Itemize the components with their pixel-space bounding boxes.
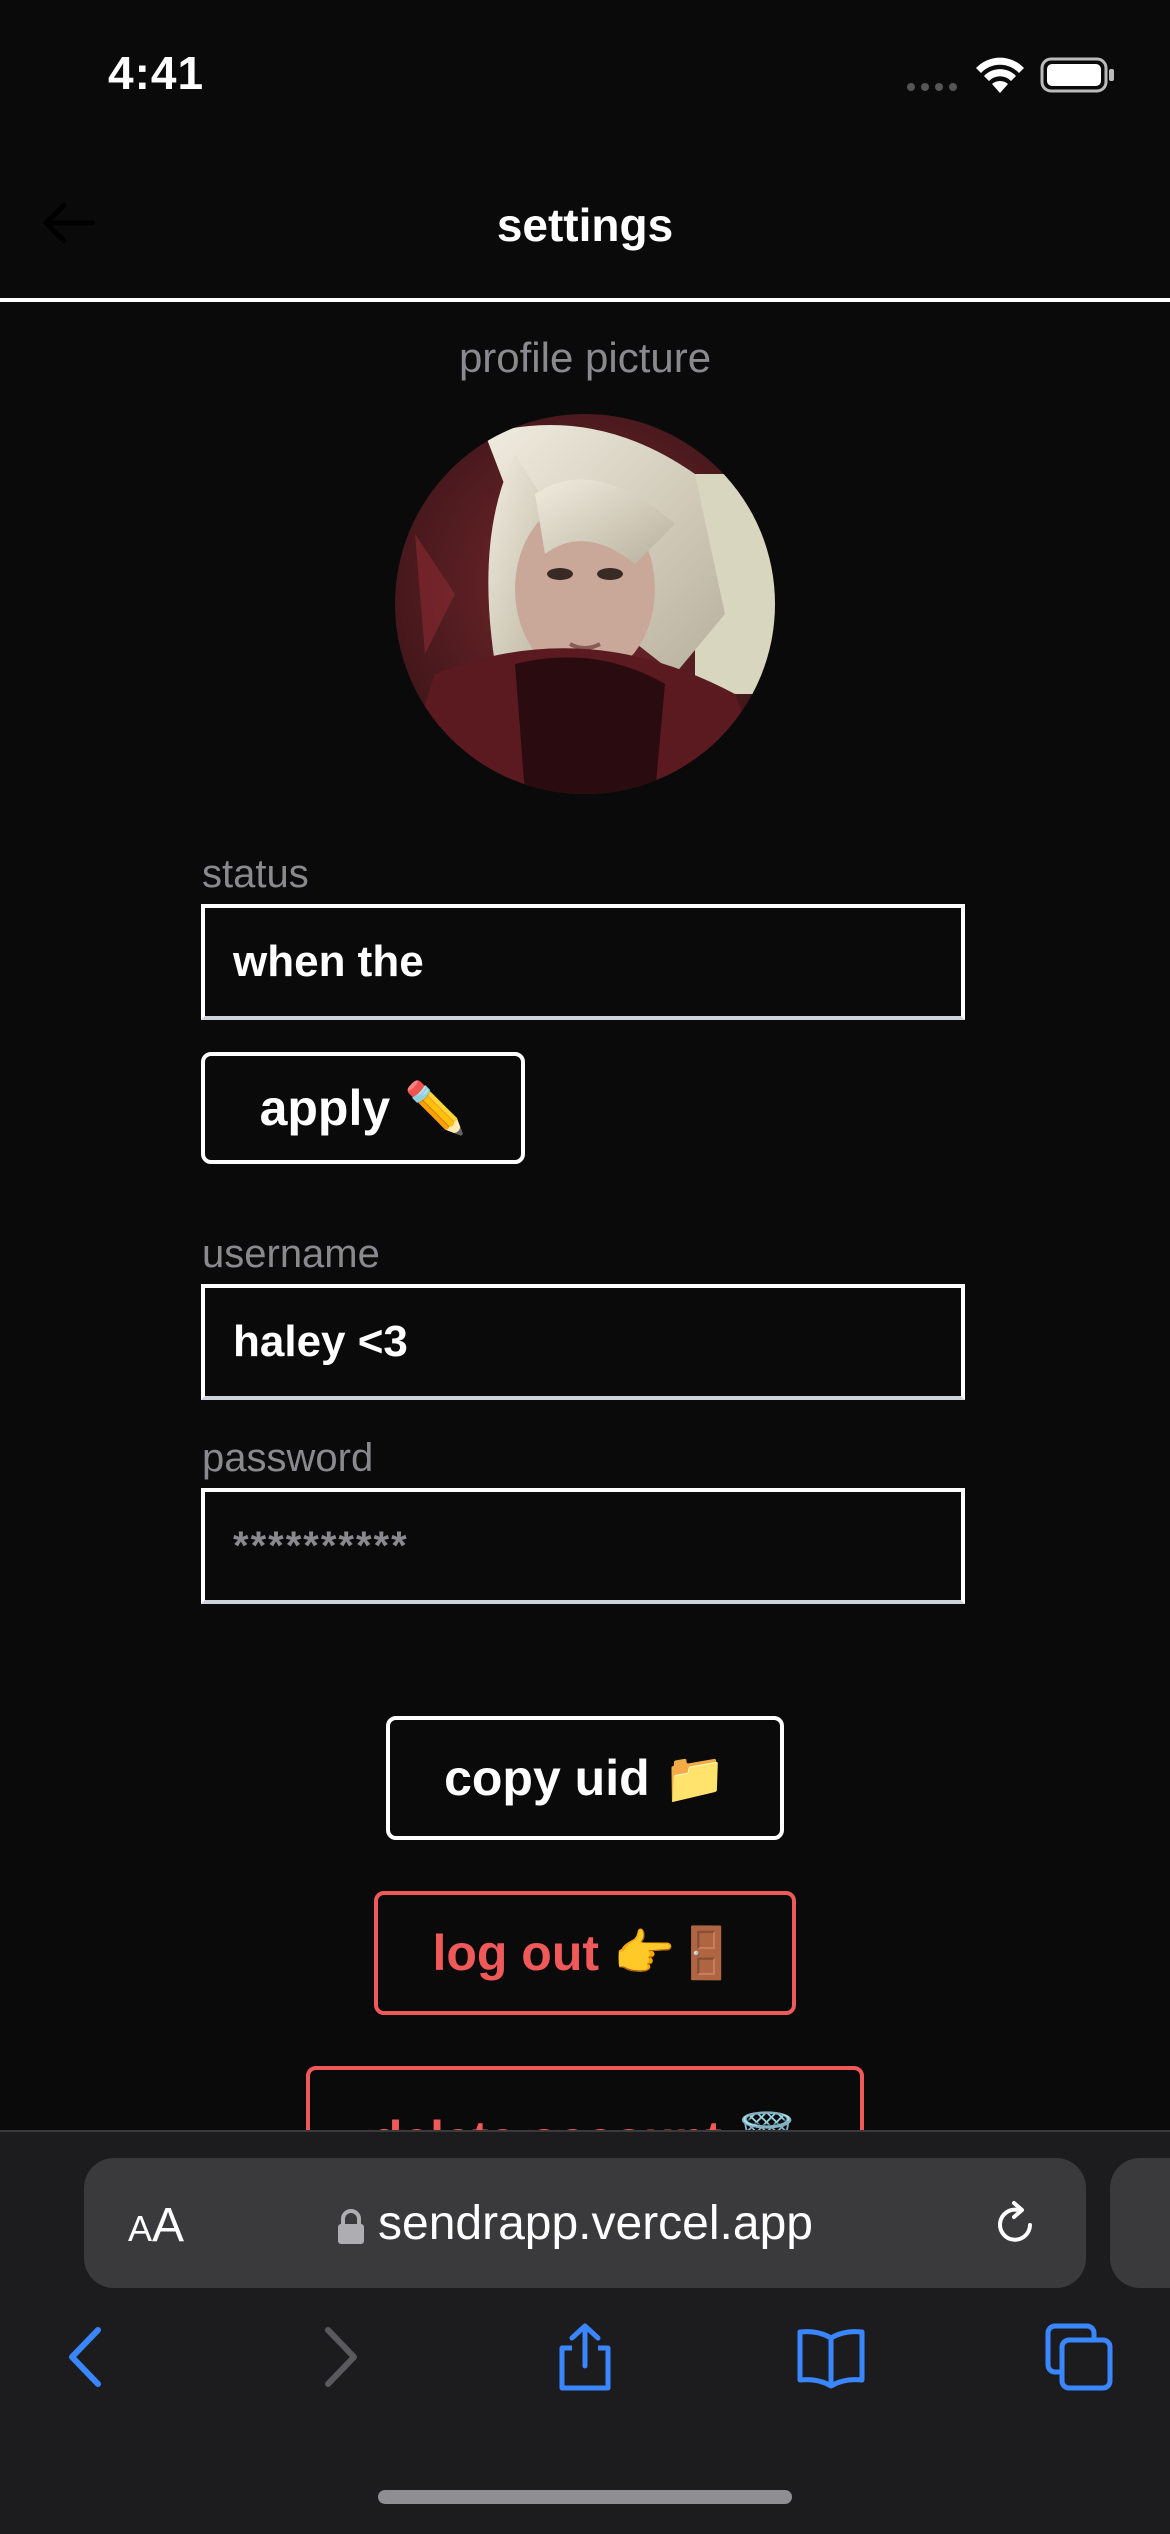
address-bar[interactable]: AA sendrapp.vercel.app <box>84 2158 1086 2288</box>
share-icon[interactable] <box>550 2322 620 2392</box>
url-text: sendrapp.vercel.app <box>378 2197 813 2250</box>
lock-icon <box>338 2209 364 2244</box>
avatar-image <box>395 414 775 794</box>
username-input[interactable]: haley <3 <box>201 1284 965 1400</box>
cellular-signal-icon <box>907 83 957 91</box>
battery-icon <box>1040 57 1114 93</box>
apply-status-button[interactable]: apply ✏️ <box>201 1052 525 1164</box>
tabs-icon[interactable] <box>1044 2322 1114 2392</box>
username-label: username <box>202 1232 380 1276</box>
status-time: 4:41 <box>108 47 205 99</box>
pointing-door-icon: 👉🚪 <box>613 1923 738 1982</box>
next-tab-pill[interactable] <box>1110 2158 1170 2288</box>
text-size-button[interactable]: AA <box>128 2198 184 2253</box>
profile-picture-avatar[interactable] <box>395 414 775 794</box>
status-input[interactable]: when the <box>201 904 965 1020</box>
status-label: status <box>202 852 309 896</box>
log-out-label: log out <box>432 1925 600 1981</box>
copy-uid-label: copy uid <box>444 1750 650 1806</box>
app-header: settings <box>0 140 1170 300</box>
home-indicator[interactable] <box>378 2490 792 2504</box>
profile-picture-label: profile picture <box>458 334 712 381</box>
browser-forward-icon[interactable] <box>304 2322 374 2392</box>
bookmarks-icon[interactable] <box>796 2322 866 2392</box>
apply-button-label: apply <box>259 1080 391 1136</box>
password-label: password <box>202 1436 374 1480</box>
pencil-icon: ✏️ <box>404 1078 467 1137</box>
folder-icon: 📁 <box>663 1748 726 1807</box>
wifi-icon <box>976 57 1024 93</box>
browser-back-icon[interactable] <box>52 2322 122 2392</box>
header-divider <box>0 298 1170 302</box>
log-out-button[interactable]: log out 👉🚪 <box>374 1891 796 2015</box>
copy-uid-button[interactable]: copy uid 📁 <box>386 1716 784 1840</box>
status-bar: 4:41 <box>0 0 1170 140</box>
page-title: settings <box>496 199 674 251</box>
password-input[interactable]: ********** <box>201 1488 965 1604</box>
reload-icon[interactable] <box>990 2200 1040 2250</box>
